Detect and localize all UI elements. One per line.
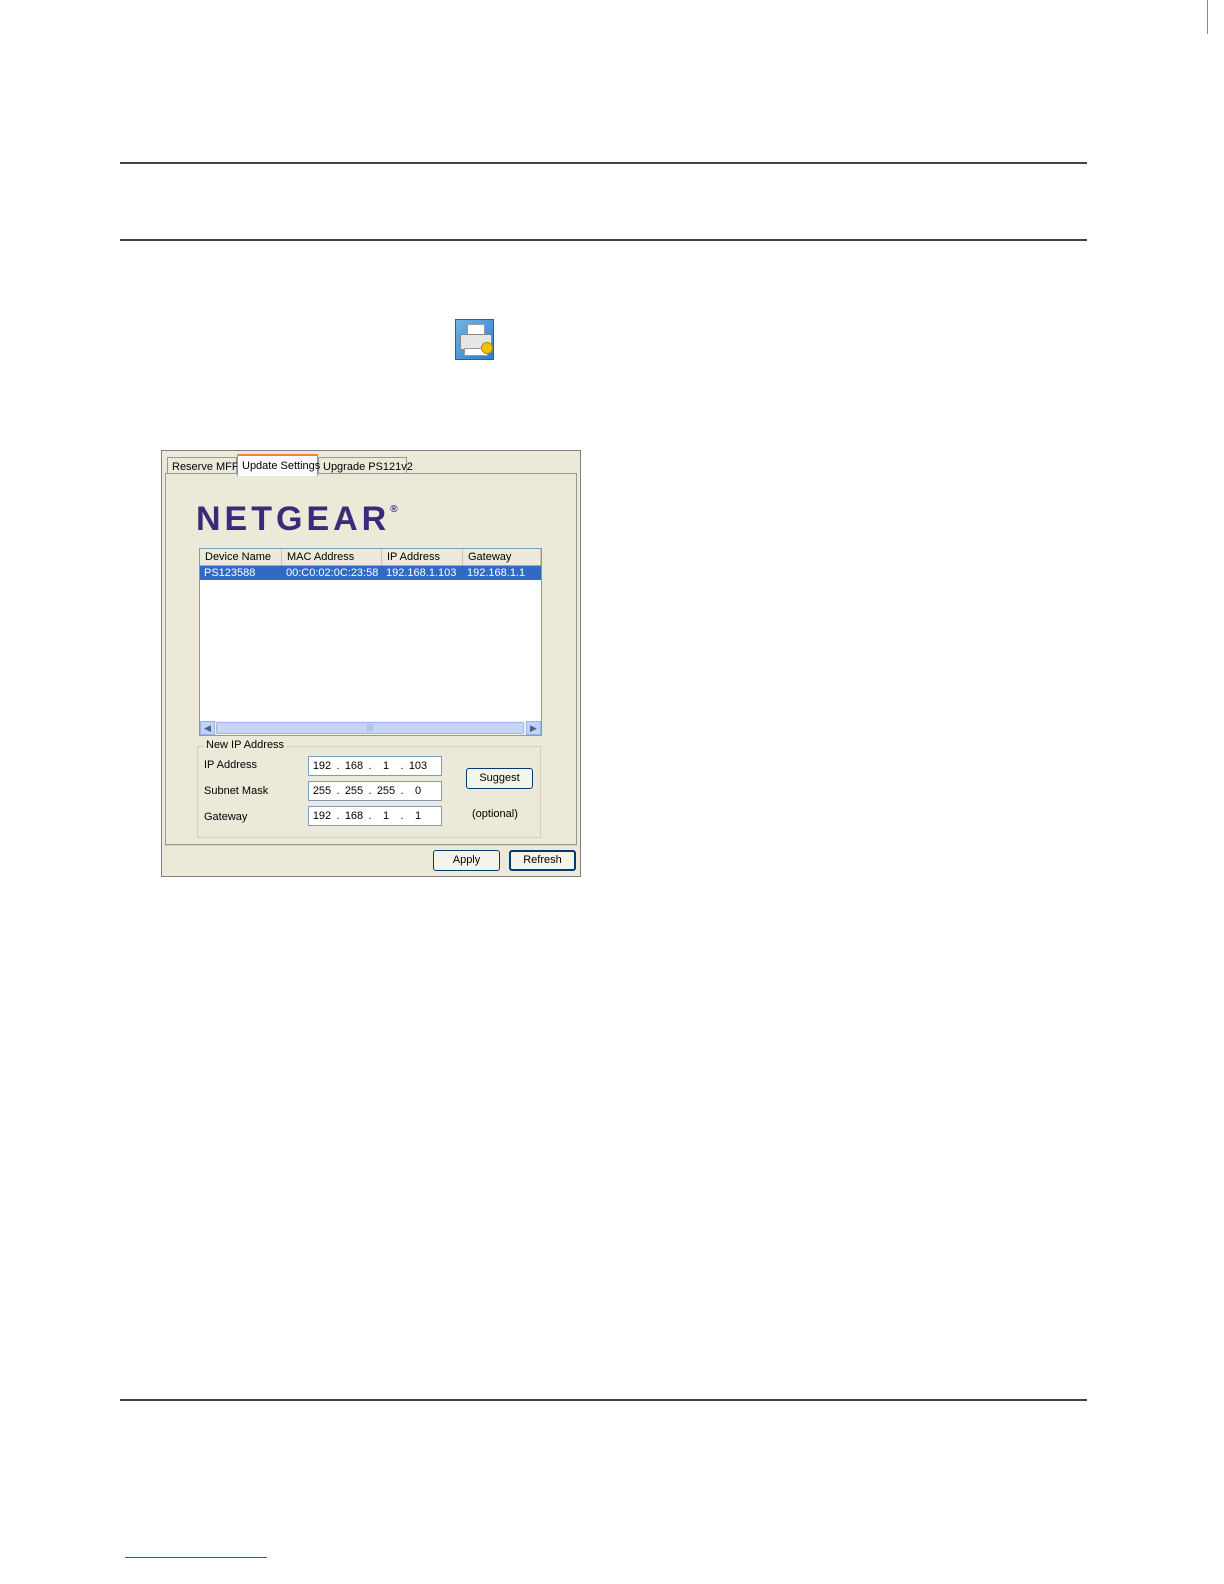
update-settings-panel: NETGEAR® Device Name MAC Address IP Addr…: [165, 473, 577, 845]
mask-octet-2[interactable]: 255: [341, 785, 367, 797]
mask-octet-3[interactable]: 255: [373, 785, 399, 797]
column-gateway[interactable]: Gateway: [463, 549, 541, 565]
footer-link-underline[interactable]: [125, 1557, 267, 1558]
ip-octet-3[interactable]: 1: [373, 760, 399, 772]
gw-octet-1[interactable]: 192: [309, 810, 335, 822]
device-list[interactable]: Device Name MAC Address IP Address Gatew…: [199, 548, 542, 736]
cell-gateway: 192.168.1.1: [467, 567, 526, 579]
column-mac-address[interactable]: MAC Address: [282, 549, 382, 565]
optional-label: (optional): [472, 808, 518, 820]
netgear-logo: NETGEAR®: [196, 500, 398, 538]
gateway-label: Gateway: [204, 811, 248, 823]
footer-rule: [120, 1399, 1087, 1401]
page-edge-line: [1207, 0, 1208, 34]
ip-octet-4[interactable]: 103: [405, 760, 431, 772]
scroll-thumb[interactable]: |||: [216, 722, 524, 734]
cell-mac-address: 00:C0:02:0C:23:58: [286, 567, 379, 579]
subnet-mask-field[interactable]: 255. 255. 255. 0: [308, 781, 442, 801]
ip-address-field[interactable]: 192. 168. 1. 103: [308, 756, 442, 776]
gateway-field[interactable]: 192. 168. 1. 1: [308, 806, 442, 826]
group-legend: New IP Address: [204, 739, 287, 751]
arrow-left-icon[interactable]: ◀: [200, 721, 215, 735]
divider: [165, 845, 577, 846]
refresh-button[interactable]: Refresh: [509, 850, 576, 871]
gw-octet-3[interactable]: 1: [373, 810, 399, 822]
gw-octet-2[interactable]: 168: [341, 810, 367, 822]
subnet-mask-label: Subnet Mask: [204, 785, 269, 797]
gw-octet-4[interactable]: 1: [405, 810, 431, 822]
ip-address-label: IP Address: [204, 759, 257, 771]
netgear-utility-dialog: Reserve MFP Update Settings Upgrade PS12…: [161, 450, 581, 877]
column-device-name[interactable]: Device Name: [200, 549, 282, 565]
header-rule-top: [120, 162, 1087, 164]
header-rule-bottom: [120, 239, 1087, 241]
scroll-track[interactable]: |||: [215, 721, 526, 735]
ip-octet-1[interactable]: 192: [309, 760, 335, 772]
tab-update-settings[interactable]: Update Settings: [237, 454, 320, 476]
printer-icon: [455, 319, 494, 360]
mask-octet-1[interactable]: 255: [309, 785, 335, 797]
new-ip-address-group: New IP Address IP Address 192. 168. 1. 1…: [197, 739, 541, 838]
cell-device-name: PS123588: [204, 567, 256, 579]
ip-octet-2[interactable]: 168: [341, 760, 367, 772]
arrow-right-icon[interactable]: ▶: [526, 721, 541, 735]
mask-octet-4[interactable]: 0: [405, 785, 431, 797]
column-ip-address[interactable]: IP Address: [382, 549, 463, 565]
device-list-header: Device Name MAC Address IP Address Gatew…: [200, 549, 541, 566]
table-row[interactable]: PS123588 00:C0:02:0C:23:58 192.168.1.103…: [200, 566, 541, 580]
apply-button[interactable]: Apply: [433, 850, 500, 871]
suggest-button[interactable]: Suggest: [466, 768, 533, 789]
horizontal-scrollbar[interactable]: ◀ ||| ▶: [200, 721, 541, 735]
cell-ip-address: 192.168.1.103: [386, 567, 457, 579]
